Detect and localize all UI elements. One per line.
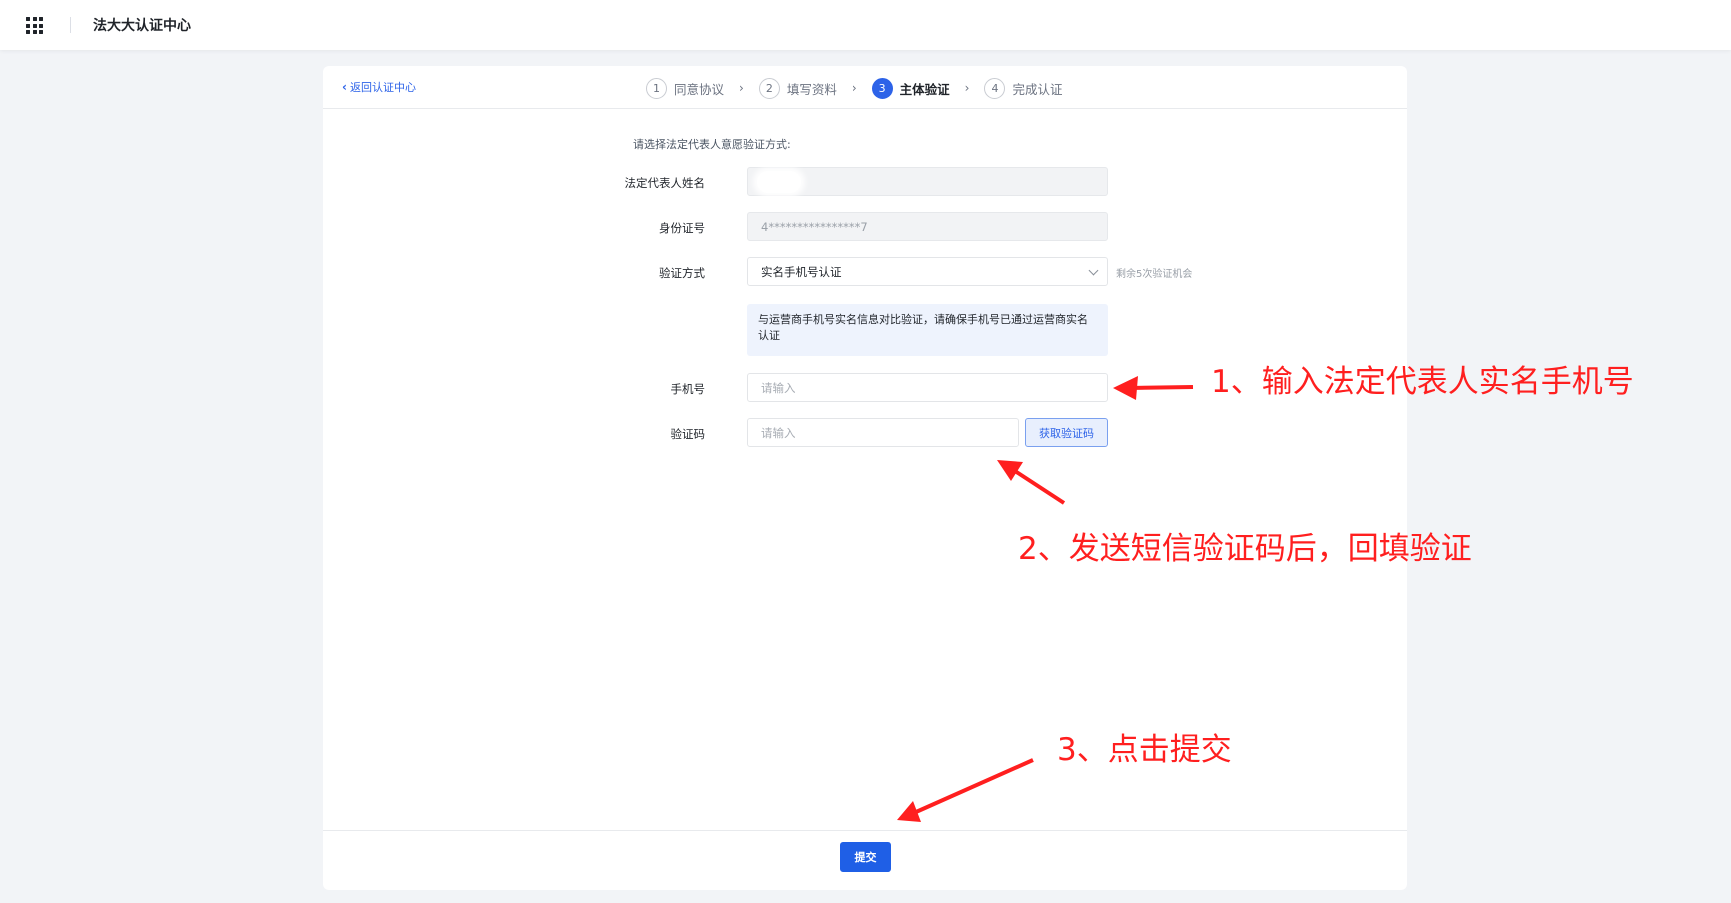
phone-label: 手机号 [670,382,706,396]
step-label: 完成认证 [1012,81,1063,97]
info-notice: 与运营商手机号实名信息对比验证，请确保手机号已通过运营商实名认证 [747,304,1108,356]
annotation-note-3: 3、点击提交 [1057,732,1232,768]
top-divider [70,17,71,33]
back-to-center-link[interactable]: ‹ 返回认证中心 [342,79,416,95]
id-number-field: 4****************7 [747,212,1108,241]
phone-input[interactable]: 请输入 [747,373,1108,402]
step-number: 2 [758,77,780,99]
step-3: 3 主体验证 [871,77,950,99]
legal-rep-name-field [747,167,1108,196]
top-bar: 法大大认证中心 [0,0,1731,50]
name-label: 法定代表人姓名 [624,176,706,190]
form-hint: 请选择法定代表人意愿验证方式: [633,138,791,151]
method-value: 实名手机号认证 [761,264,842,279]
step-1: 1 同意协议 [646,77,725,99]
chevron-right-icon: › [739,81,744,95]
annotation-note-1: 1、输入法定代表人实名手机号 [1211,364,1634,400]
method-label: 验证方式 [659,266,705,280]
step-label: 主体验证 [899,81,950,97]
get-code-button[interactable]: 获取验证码 [1025,418,1108,447]
verification-card: ‹ 返回认证中心 1 同意协议 › 2 填写资料 › 3 主体验证 › 4 完成… [323,66,1407,890]
submit-button[interactable]: 提交 [840,842,891,872]
code-input[interactable]: 请输入 [747,418,1019,447]
step-label: 同意协议 [674,81,725,97]
step-number: 4 [984,77,1006,99]
chevron-left-icon: ‹ [342,80,347,94]
name-redaction [757,170,801,193]
step-4: 4 完成认证 [984,77,1063,99]
chevron-right-icon: › [851,81,857,95]
chevron-right-icon: › [964,81,970,95]
remaining-chances: 剩余5次验证机会 [1116,269,1193,280]
back-label: 返回认证中心 [349,81,416,94]
verification-method-select[interactable]: 实名手机号认证 [747,257,1108,286]
card-header: ‹ 返回认证中心 1 同意协议 › 2 填写资料 › 3 主体验证 › 4 完成… [323,66,1407,109]
stepper: 1 同意协议 › 2 填写资料 › 3 主体验证 › 4 完成认证 [646,76,1063,100]
step-number: 3 [871,77,893,99]
apps-grid-icon[interactable] [26,17,43,34]
id-label: 身份证号 [659,221,705,235]
step-label: 填写资料 [786,81,837,97]
chevron-down-icon [1088,265,1099,276]
annotation-note-2: 2、发送短信验证码后，回填验证 [1018,531,1472,567]
app-title: 法大大认证中心 [93,18,191,34]
code-label: 验证码 [670,427,706,441]
step-number: 1 [646,77,667,99]
card-footer: 提交 [323,830,1407,890]
step-2: 2 填写资料 [758,77,837,99]
